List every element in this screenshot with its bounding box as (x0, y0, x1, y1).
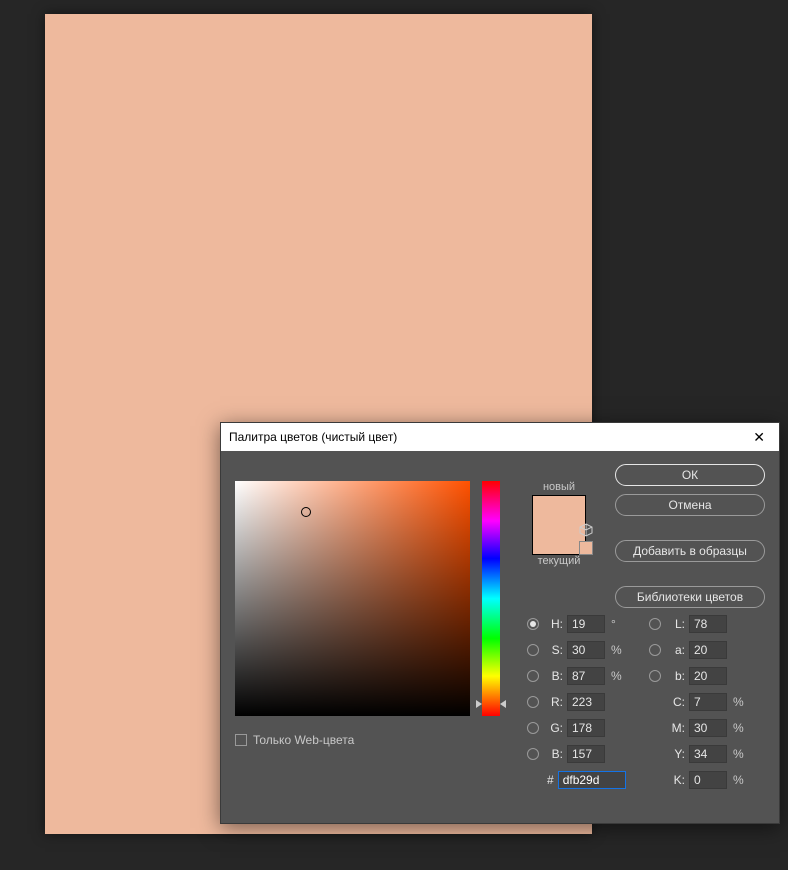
l-label: L: (667, 617, 685, 631)
new-color-label: новый (523, 481, 595, 493)
bv-label: B: (545, 669, 563, 683)
new-color-swatch (532, 495, 586, 525)
web-colors-only-input[interactable] (235, 734, 247, 746)
b-input[interactable] (689, 667, 727, 685)
bv-input[interactable] (567, 667, 605, 685)
k-label: K: (667, 773, 685, 787)
a-radio[interactable] (649, 644, 661, 656)
k-input[interactable] (689, 771, 727, 789)
bv-radio[interactable] (527, 670, 539, 682)
s-radio[interactable] (527, 644, 539, 656)
dialog-title: Палитра цветов (чистый цвет) (229, 430, 397, 444)
websafe-color-swatch[interactable] (579, 541, 593, 555)
web-colors-only-checkbox[interactable]: Только Web-цвета (235, 733, 354, 747)
hue-slider[interactable] (482, 481, 500, 716)
m-unit: % (733, 721, 747, 735)
cancel-button[interactable]: Отмена (615, 494, 765, 516)
l-input[interactable] (689, 615, 727, 633)
ok-button[interactable]: ОК (615, 464, 765, 486)
hue-indicator-right (500, 700, 506, 708)
m-label: M: (667, 721, 685, 735)
web-colors-only-label: Только Web-цвета (253, 733, 354, 747)
l-radio[interactable] (649, 618, 661, 630)
sv-indicator (301, 507, 311, 517)
c-unit: % (733, 695, 747, 709)
color-libraries-button[interactable]: Библиотеки цветов (615, 586, 765, 608)
bb-label: B: (545, 747, 563, 761)
s-input[interactable] (567, 641, 605, 659)
a-label: a: (667, 643, 685, 657)
h-input[interactable] (567, 615, 605, 633)
m-input[interactable] (689, 719, 727, 737)
a-input[interactable] (689, 641, 727, 659)
r-radio[interactable] (527, 696, 539, 708)
c-label: C: (667, 695, 685, 709)
h-radio[interactable] (527, 618, 539, 630)
hex-prefix: # (547, 773, 554, 787)
b-label: b: (667, 669, 685, 683)
h-unit: ° (611, 617, 625, 631)
close-icon[interactable]: ✕ (747, 427, 771, 448)
g-input[interactable] (567, 719, 605, 737)
g-radio[interactable] (527, 722, 539, 734)
dialog-titlebar[interactable]: Палитра цветов (чистый цвет) ✕ (221, 423, 779, 451)
h-label: H: (545, 617, 563, 631)
gamut-warning-icon[interactable] (579, 523, 593, 537)
add-swatch-button[interactable]: Добавить в образцы (615, 540, 765, 562)
hex-input[interactable] (558, 771, 626, 789)
y-label: Y: (667, 747, 685, 761)
y-input[interactable] (689, 745, 727, 763)
bb-input[interactable] (567, 745, 605, 763)
b-radio[interactable] (649, 670, 661, 682)
r-label: R: (545, 695, 563, 709)
bb-radio[interactable] (527, 748, 539, 760)
g-label: G: (545, 721, 563, 735)
s-unit: % (611, 643, 625, 657)
current-color-swatch[interactable] (532, 525, 586, 555)
color-picker-dialog: Палитра цветов (чистый цвет) ✕ новый тек… (220, 422, 780, 824)
y-unit: % (733, 747, 747, 761)
bv-unit: % (611, 669, 625, 683)
saturation-value-field[interactable] (235, 481, 470, 716)
hue-indicator-left (476, 700, 482, 708)
c-input[interactable] (689, 693, 727, 711)
s-label: S: (545, 643, 563, 657)
k-unit: % (733, 773, 747, 787)
r-input[interactable] (567, 693, 605, 711)
current-color-label: текущий (523, 555, 595, 567)
